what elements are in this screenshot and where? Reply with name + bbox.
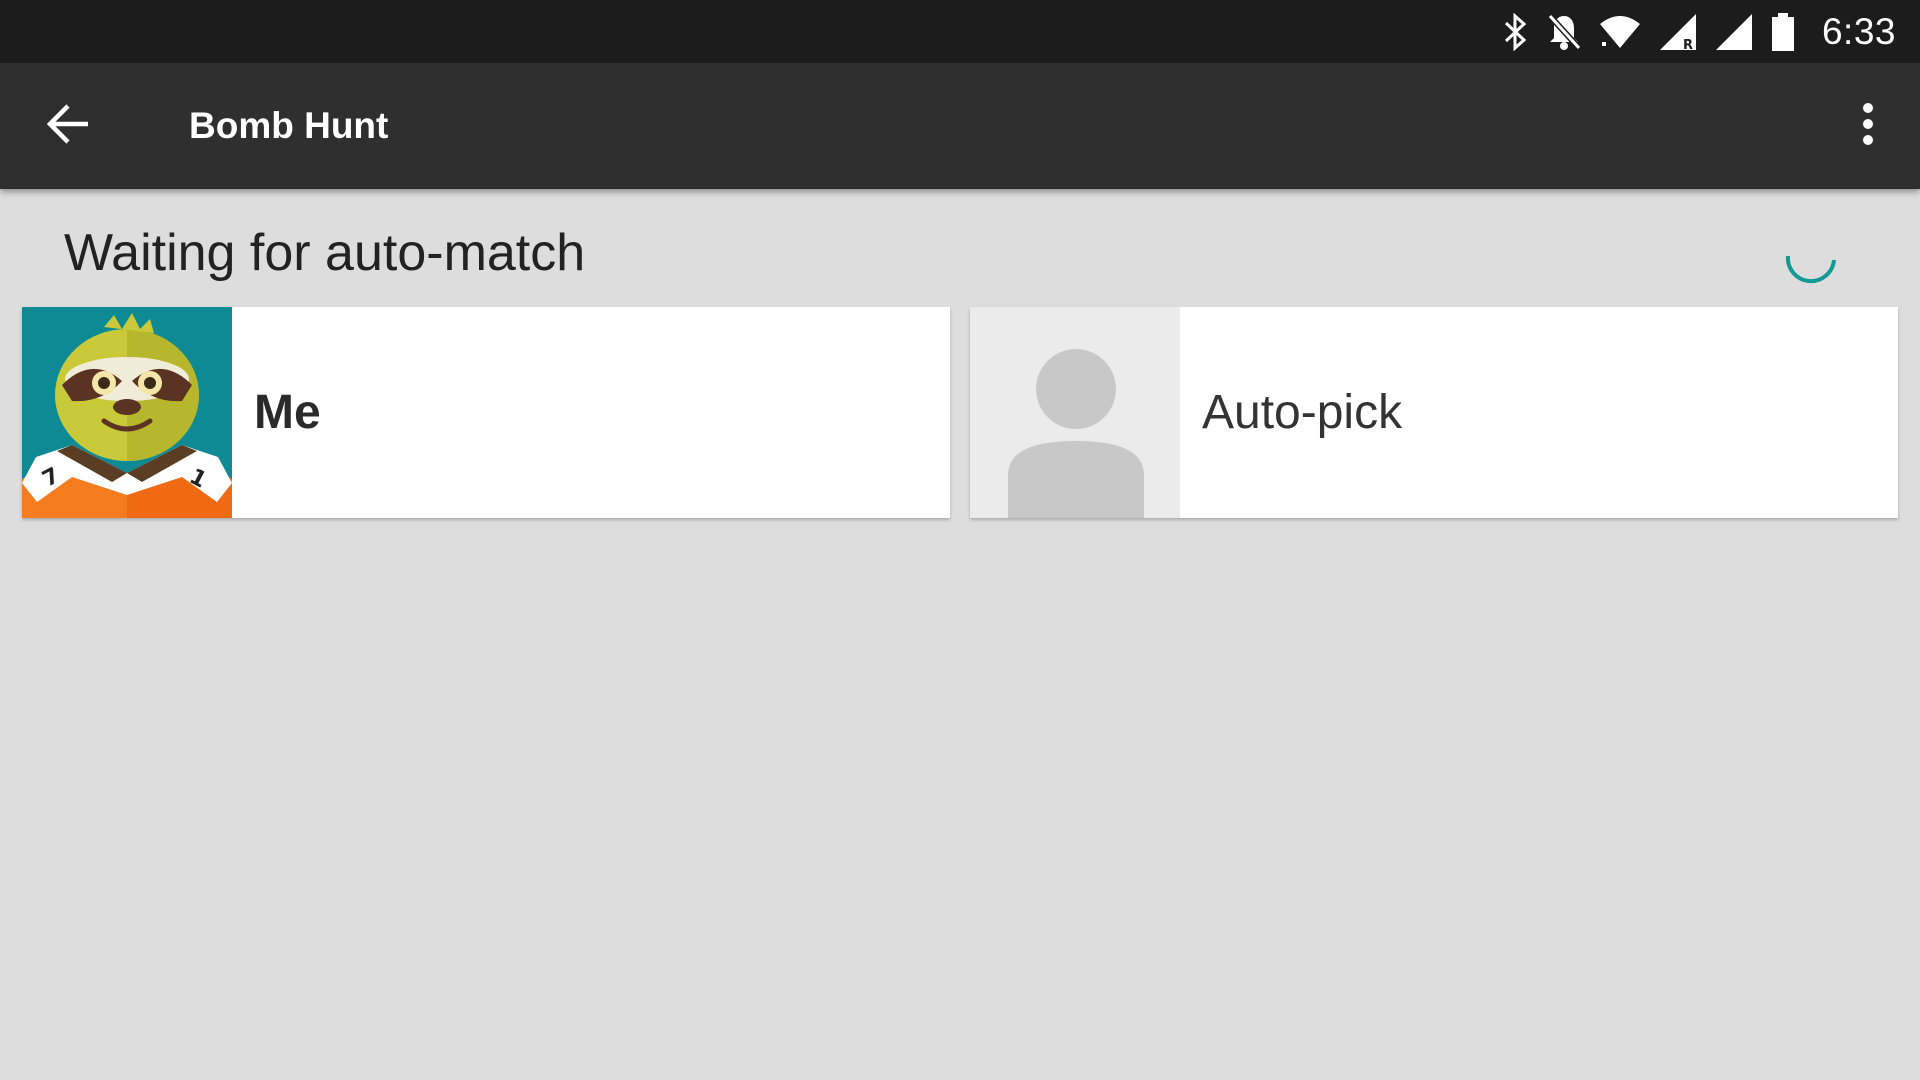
arrow-back-icon bbox=[44, 100, 92, 153]
player-name-me: Me bbox=[254, 386, 321, 439]
player-name-auto-pick: Auto-pick bbox=[1202, 386, 1403, 439]
loading-spinner bbox=[1782, 230, 1840, 288]
status-time: 6:33 bbox=[1821, 10, 1896, 52]
status-bar: R 6:33 bbox=[0, 0, 1920, 63]
app-toolbar: Bomb Hunt bbox=[0, 63, 1920, 189]
person-placeholder-icon bbox=[970, 307, 1180, 518]
player-card-me[interactable]: 7 1 Me bbox=[22, 307, 950, 518]
notifications-off-icon bbox=[1546, 12, 1582, 52]
wifi-icon bbox=[1598, 12, 1642, 52]
overflow-menu-button[interactable] bbox=[1836, 94, 1900, 158]
signal-icon bbox=[1714, 12, 1754, 52]
svg-text:R: R bbox=[1683, 38, 1693, 52]
sloth-avatar: 7 1 bbox=[22, 307, 232, 518]
bluetooth-icon bbox=[1502, 12, 1530, 52]
battery-icon bbox=[1770, 11, 1796, 53]
screen: R 6:33 Bomb Hunt Waiting for auto-match … bbox=[0, 0, 1920, 1080]
waiting-heading: Waiting for auto-match bbox=[64, 224, 586, 282]
page-title: Bomb Hunt bbox=[189, 105, 389, 146]
signal-roaming-icon: R bbox=[1658, 12, 1698, 52]
more-vertical-icon bbox=[1860, 100, 1876, 153]
back-button[interactable] bbox=[36, 94, 100, 158]
player-card-auto-pick[interactable]: Auto-pick bbox=[970, 307, 1898, 518]
status-icons: R 6:33 bbox=[1502, 0, 1896, 63]
